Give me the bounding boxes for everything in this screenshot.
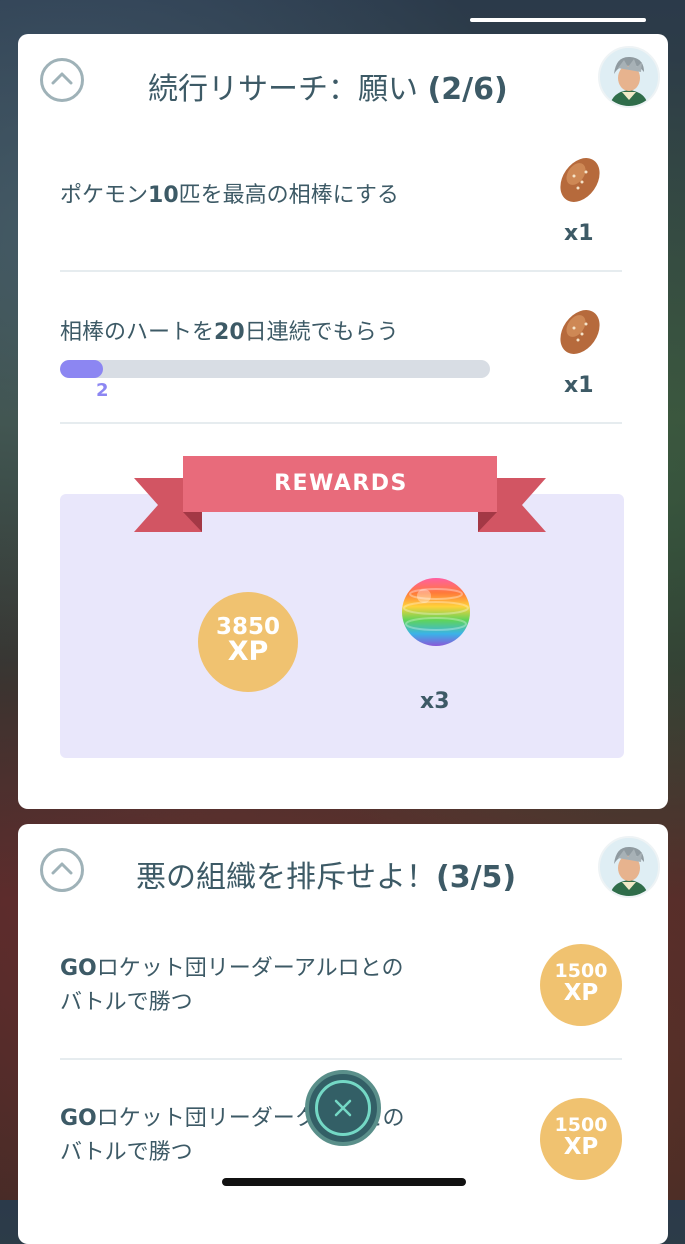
- research-title: 続行リサーチ：願い (2/6): [148, 72, 508, 107]
- top-scroll-indicator: [470, 18, 646, 22]
- home-indicator: [222, 1178, 466, 1186]
- professor-willow-avatar[interactable]: [598, 46, 660, 108]
- rewards-label: REWARDS: [274, 471, 408, 496]
- task-progress-bar: [60, 360, 490, 378]
- collapse-chevron-up-icon[interactable]: [40, 58, 84, 102]
- close-button[interactable]: [305, 1070, 381, 1146]
- divider: [60, 1058, 622, 1060]
- rainbow-stardust-ball-icon: [398, 574, 474, 654]
- nanab-berry-icon: [556, 152, 604, 212]
- reward-quantity: x1: [564, 221, 594, 246]
- divider: [60, 270, 622, 272]
- professor-willow-avatar[interactable]: [598, 836, 660, 898]
- collapse-chevron-up-icon[interactable]: [40, 848, 84, 892]
- xp-reward-badge: 1500 XP: [540, 944, 622, 1026]
- task-text: 相棒のハートを20日連続でもらう: [60, 320, 399, 345]
- xp-reward-badge: 3850 XP: [198, 592, 298, 692]
- progress-fill: [60, 360, 103, 378]
- task-text: ポケモン10匹を最高の相棒にする: [60, 183, 399, 208]
- xp-reward-badge: 1500 XP: [540, 1098, 622, 1180]
- reward-quantity: x1: [564, 373, 594, 398]
- progress-value: 2: [96, 380, 109, 401]
- research-card-wish: 続行リサーチ：願い (2/6) ポケモン10匹を最高の相棒にする x1 相棒のハ…: [18, 34, 668, 809]
- research-title: 悪の組織を排斥せよ！(3/5): [136, 860, 517, 895]
- close-x-icon: [334, 1099, 352, 1117]
- task-text: GOロケット団リーダーアルロとの バトルで勝つ: [60, 956, 404, 1015]
- close-ring: [315, 1080, 371, 1136]
- divider: [60, 422, 622, 424]
- nanab-berry-icon: [556, 304, 604, 364]
- reward-quantity: x3: [420, 689, 450, 714]
